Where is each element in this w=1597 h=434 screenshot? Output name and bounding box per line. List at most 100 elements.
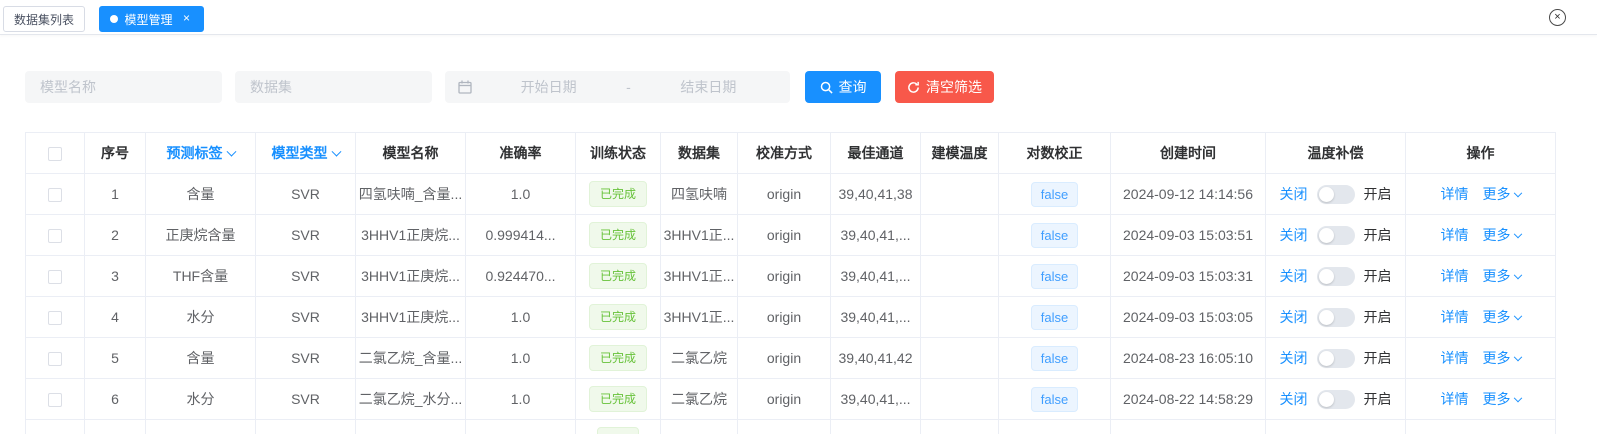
row-checkbox[interactable]: [48, 188, 62, 202]
header-select-all: [26, 133, 85, 174]
cell-accuracy: 1.0: [466, 338, 576, 379]
more-link[interactable]: 更多: [1483, 268, 1511, 284]
active-tab-dot-icon: [110, 15, 118, 23]
detail-link[interactable]: 详情: [1441, 350, 1469, 366]
row-checkbox[interactable]: [48, 393, 62, 407]
toggle-knob: [1319, 310, 1334, 325]
toggle-off-label[interactable]: 关闭: [1280, 184, 1308, 204]
detail-link[interactable]: 详情: [1441, 309, 1469, 325]
more-link[interactable]: 更多: [1483, 309, 1511, 325]
dataset-input[interactable]: [235, 71, 432, 103]
cell-dataset: 3HHV1正...: [661, 297, 738, 338]
end-date-placeholder[interactable]: 结束日期: [639, 77, 778, 97]
cell-best-channels: 39,40,41,...: [831, 215, 921, 256]
cell-no: 5: [85, 338, 146, 379]
train-status-badge: 已完成: [589, 386, 647, 412]
cell-model-temp: [921, 215, 999, 256]
close-all-tabs-icon[interactable]: ×: [1549, 9, 1566, 26]
temp-compensation-toggle[interactable]: [1317, 267, 1355, 286]
detail-link[interactable]: 详情: [1441, 268, 1469, 284]
header-calibration: 校准方式: [738, 133, 831, 174]
cell-model-type: SVR: [256, 297, 356, 338]
select-all-checkbox[interactable]: [48, 147, 62, 161]
model-name-input[interactable]: [25, 71, 222, 103]
cell-accuracy: 0.999414...: [466, 215, 576, 256]
tab-close-icon[interactable]: ×: [179, 12, 193, 26]
table-row: 3 THF含量 SVR 3HHV1正庚烷... 0.924470... 已完成 …: [26, 256, 1556, 297]
header-dataset: 数据集: [661, 133, 738, 174]
date-range-picker[interactable]: 开始日期 - 结束日期: [445, 71, 790, 103]
header-no: 序号: [85, 133, 146, 174]
temp-compensation-toggle[interactable]: [1317, 349, 1355, 368]
toggle-on-label[interactable]: 开启: [1364, 184, 1392, 204]
chevron-down-icon: [331, 147, 341, 157]
start-date-placeholder[interactable]: 开始日期: [479, 77, 618, 97]
header-operations: 操作: [1406, 133, 1556, 174]
chevron-down-icon: [1513, 394, 1521, 402]
cell-calibration: origin: [738, 174, 831, 215]
more-link[interactable]: 更多: [1483, 350, 1511, 366]
cell-model-name: 四氢呋喃_含量...: [356, 174, 466, 215]
train-status-badge: 已完成: [589, 263, 647, 289]
toggle-off-label[interactable]: 关闭: [1280, 307, 1308, 327]
more-link[interactable]: 更多: [1483, 227, 1511, 243]
temp-compensation-toggle[interactable]: [1317, 185, 1355, 204]
tab-bar: 数据集列表 模型管理 × ×: [0, 0, 1597, 35]
row-checkbox[interactable]: [48, 270, 62, 284]
cell-accuracy: 0.924470...: [466, 256, 576, 297]
chevron-down-icon: [1513, 312, 1521, 320]
cell-predict-label: THF含量: [146, 256, 256, 297]
toggle-off-label[interactable]: 关闭: [1280, 348, 1308, 368]
toggle-off-label[interactable]: 关闭: [1280, 266, 1308, 286]
more-link[interactable]: 更多: [1483, 391, 1511, 407]
cell-model-temp: [921, 338, 999, 379]
row-checkbox[interactable]: [48, 352, 62, 366]
cell-calibration: origin: [738, 297, 831, 338]
toggle-on-label[interactable]: 开启: [1364, 348, 1392, 368]
toggle-off-label[interactable]: 关闭: [1280, 389, 1308, 409]
header-predict-label-sort[interactable]: 预测标签: [146, 133, 256, 174]
clear-filters-button[interactable]: 清空筛选: [895, 71, 994, 103]
header-temp-compensation: 温度补偿: [1266, 133, 1406, 174]
query-button[interactable]: 查询: [805, 71, 881, 103]
temp-compensation-toggle[interactable]: [1317, 226, 1355, 245]
toggle-knob: [1319, 269, 1334, 284]
detail-link[interactable]: 详情: [1441, 391, 1469, 407]
toggle-on-label[interactable]: 开启: [1364, 266, 1392, 286]
date-range-separator: -: [618, 79, 639, 95]
toggle-off-label[interactable]: 关闭: [1280, 225, 1308, 245]
cell-created-at: 2024-09-12 14:14:56: [1111, 174, 1266, 215]
toggle-on-label[interactable]: 开启: [1364, 225, 1392, 245]
cell-model-type: SVR: [256, 215, 356, 256]
chevron-down-icon: [226, 147, 236, 157]
cell-model-temp: [921, 379, 999, 420]
more-link[interactable]: 更多: [1483, 186, 1511, 202]
cell-model-name: 二氯乙烷_含量...: [356, 338, 466, 379]
cell-created-at: 2024-09-03 15:03:05: [1111, 297, 1266, 338]
temp-compensation-toggle[interactable]: [1317, 308, 1355, 327]
log-correction-badge: false: [1031, 223, 1078, 248]
temp-compensation-toggle[interactable]: [1317, 390, 1355, 409]
table-row-partial: [26, 420, 1556, 434]
tab-dataset-list[interactable]: 数据集列表: [3, 6, 85, 32]
cell-calibration: origin: [738, 215, 831, 256]
clear-filters-label: 清空筛选: [926, 77, 982, 97]
detail-link[interactable]: 详情: [1441, 227, 1469, 243]
cell-model-name: 二氯乙烷_水分...: [356, 379, 466, 420]
cell-created-at: 2024-09-03 15:03:51: [1111, 215, 1266, 256]
toggle-on-label[interactable]: 开启: [1364, 389, 1392, 409]
cell-dataset: 二氯乙烷: [661, 338, 738, 379]
header-model-type-sort[interactable]: 模型类型: [256, 133, 356, 174]
cell-predict-label: 正庚烷含量: [146, 215, 256, 256]
row-checkbox[interactable]: [48, 229, 62, 243]
header-accuracy: 准确率: [466, 133, 576, 174]
tab-label: 数据集列表: [14, 11, 74, 28]
detail-link[interactable]: 详情: [1441, 186, 1469, 202]
toggle-on-label[interactable]: 开启: [1364, 307, 1392, 327]
row-checkbox[interactable]: [48, 311, 62, 325]
cell-calibration: origin: [738, 379, 831, 420]
toggle-knob: [1319, 351, 1334, 366]
cell-dataset: 四氢呋喃: [661, 174, 738, 215]
cell-predict-label: 含量: [146, 338, 256, 379]
tab-model-management[interactable]: 模型管理 ×: [99, 6, 204, 32]
